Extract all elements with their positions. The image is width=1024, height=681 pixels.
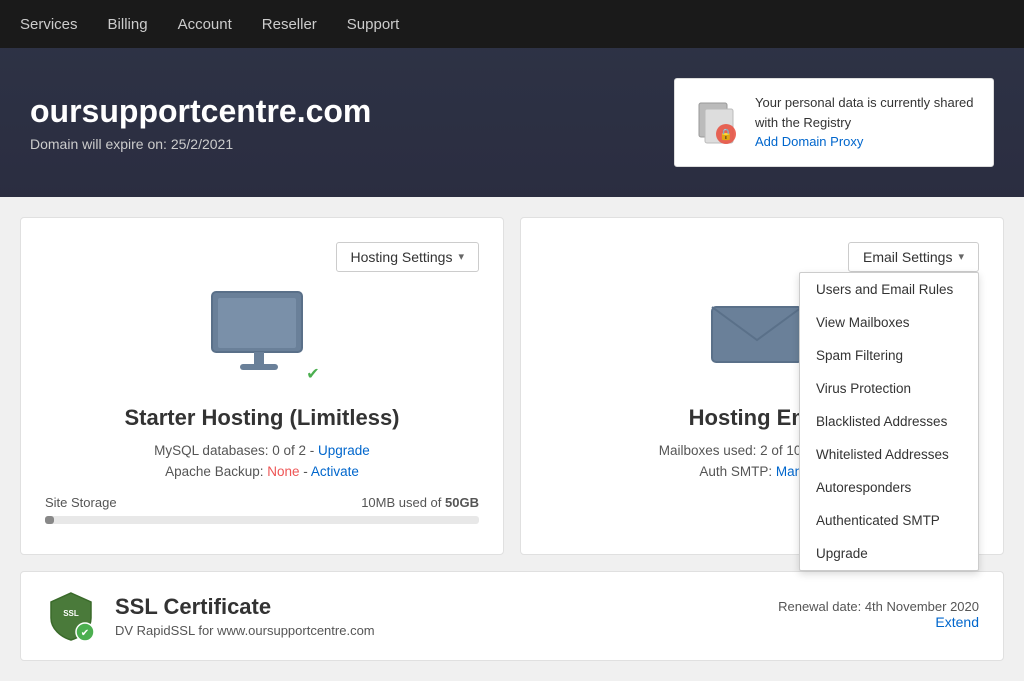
- monitor-icon: ✔: [202, 282, 322, 387]
- hosting-settings-chevron-icon: ▾: [458, 250, 464, 263]
- ssl-extend-link[interactable]: Extend: [935, 614, 979, 630]
- email-settings-dropdown-wrapper: Email Settings ▾ Users and Email Rules V…: [848, 242, 979, 272]
- email-menu-virus-protection[interactable]: Virus Protection: [800, 372, 978, 405]
- email-menu-upgrade[interactable]: Upgrade: [800, 537, 978, 570]
- add-domain-proxy-link[interactable]: Add Domain Proxy: [755, 134, 863, 149]
- email-settings-button[interactable]: Email Settings ▾: [848, 242, 979, 272]
- nav-reseller[interactable]: Reseller: [262, 16, 317, 33]
- hosting-check-icon: ✔: [302, 363, 324, 385]
- storage-bar-fill: [45, 516, 54, 524]
- svg-text:SSL: SSL: [63, 609, 79, 618]
- ssl-card: SSL ✔ SSL Certificate DV RapidSSL for ww…: [20, 571, 1004, 661]
- email-menu-view-mailboxes[interactable]: View Mailboxes: [800, 306, 978, 339]
- domain-expiry: Domain will expire on: 25/2/2021: [30, 136, 371, 152]
- email-menu-blacklisted[interactable]: Blacklisted Addresses: [800, 405, 978, 438]
- hosting-settings-button[interactable]: Hosting Settings ▾: [336, 242, 479, 272]
- hero-section: oursupportcentre.com Domain will expire …: [0, 48, 1024, 197]
- registry-icon: 🔒: [691, 97, 741, 147]
- ssl-title: SSL Certificate: [115, 594, 375, 620]
- email-card-header: Email Settings ▾ Users and Email Rules V…: [545, 242, 979, 272]
- domain-name: oursupportcentre.com: [30, 93, 371, 130]
- email-settings-chevron-icon: ▾: [958, 250, 964, 263]
- ssl-right: Renewal date: 4th November 2020 Extend: [778, 599, 979, 632]
- email-card: Email Settings ▾ Users and Email Rules V…: [520, 217, 1004, 555]
- hosting-title: Starter Hosting (Limitless): [45, 405, 479, 431]
- email-menu-spam-filtering[interactable]: Spam Filtering: [800, 339, 978, 372]
- privacy-info-box: 🔒 Your personal data is currently shared…: [674, 78, 994, 167]
- nav-account[interactable]: Account: [178, 16, 232, 33]
- email-settings-dropdown-menu: Users and Email Rules View Mailboxes Spa…: [799, 272, 979, 571]
- email-menu-authenticated-smtp[interactable]: Authenticated SMTP: [800, 504, 978, 537]
- ssl-icon: SSL ✔: [45, 590, 97, 642]
- nav-services[interactable]: Services: [20, 16, 78, 33]
- apache-activate-link[interactable]: Activate: [311, 464, 359, 479]
- hosting-icon-area: ✔: [45, 282, 479, 387]
- mysql-upgrade-link[interactable]: Upgrade: [318, 443, 370, 458]
- main-content: Hosting Settings ▾: [0, 197, 1024, 681]
- ssl-renewal-date: Renewal date: 4th November 2020: [778, 599, 979, 614]
- svg-text:✔: ✔: [81, 628, 89, 639]
- hosting-card-header: Hosting Settings ▾: [45, 242, 479, 272]
- mysql-info: MySQL databases: 0 of 2 - Upgrade: [45, 443, 479, 458]
- top-navigation: Services Billing Account Reseller Suppor…: [0, 0, 1024, 48]
- nav-billing[interactable]: Billing: [108, 16, 148, 33]
- ssl-subtitle: DV RapidSSL for www.oursupportcentre.com: [115, 623, 375, 638]
- registry-info-text: Your personal data is currently shared w…: [755, 93, 977, 152]
- storage-bar-background: [45, 516, 479, 524]
- storage-usage: 10MB used of 50GB: [361, 495, 479, 510]
- apache-info: Apache Backup: None - Activate: [45, 464, 479, 479]
- ssl-text: SSL Certificate DV RapidSSL for www.ours…: [115, 594, 375, 638]
- cards-row: Hosting Settings ▾: [20, 217, 1004, 555]
- nav-support[interactable]: Support: [347, 16, 400, 33]
- ssl-left: SSL ✔ SSL Certificate DV RapidSSL for ww…: [45, 590, 375, 642]
- hosting-card: Hosting Settings ▾: [20, 217, 504, 555]
- storage-label: Site Storage: [45, 495, 117, 510]
- storage-label-row: Site Storage 10MB used of 50GB: [45, 495, 479, 510]
- hosting-settings-dropdown-wrapper: Hosting Settings ▾: [336, 242, 479, 272]
- svg-text:🔒: 🔒: [719, 128, 733, 141]
- email-menu-users-rules[interactable]: Users and Email Rules: [800, 273, 978, 306]
- hero-left: oursupportcentre.com Domain will expire …: [30, 93, 371, 152]
- email-menu-whitelisted[interactable]: Whitelisted Addresses: [800, 438, 978, 471]
- email-menu-autoresponders[interactable]: Autoresponders: [800, 471, 978, 504]
- storage-section: Site Storage 10MB used of 50GB: [45, 495, 479, 524]
